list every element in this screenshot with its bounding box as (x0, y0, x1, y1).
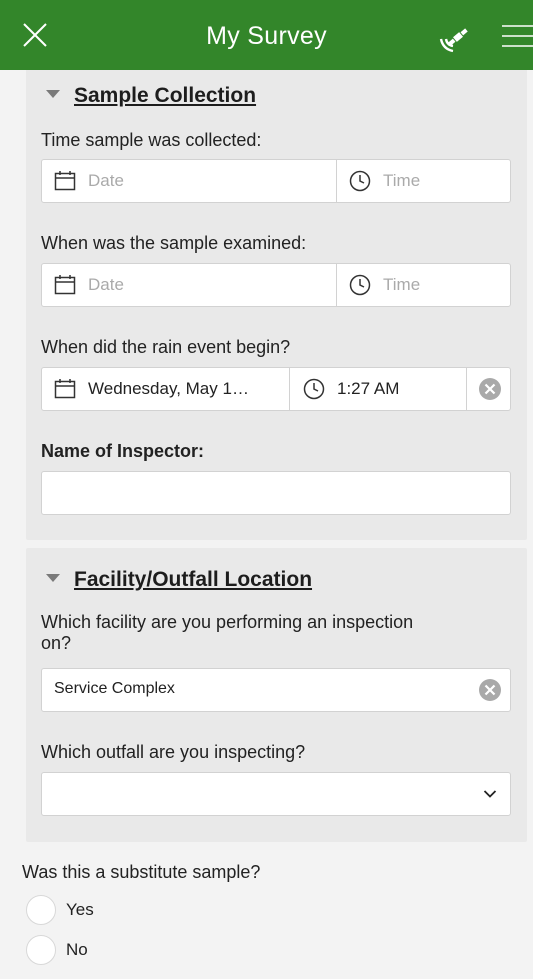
caret-down-icon (46, 90, 60, 99)
inspector-input[interactable] (41, 471, 511, 515)
sample-collection-group: Sample Collection Time sample was collec… (26, 70, 527, 540)
time-collected-field: Date Time (41, 159, 511, 203)
sample-collection-title: Sample Collection (74, 84, 257, 107)
rain-event-field: Wednesday, May 1… 1:27 AM (41, 367, 511, 411)
chevron-down-icon (483, 790, 497, 798)
calendar-icon (54, 275, 76, 295)
facility-input[interactable]: Service Complex (41, 668, 511, 712)
field-divider (289, 368, 290, 410)
rain-event-date[interactable]: Wednesday, May 1… (54, 368, 288, 410)
app-header: My Survey (0, 0, 533, 70)
facility-group: Facility/Outfall Location Which facility… (26, 548, 527, 842)
time-collected-label: Time sample was collected: (41, 130, 262, 150)
date-placeholder: Date (88, 275, 124, 294)
calendar-icon (54, 379, 76, 399)
time-collected-date[interactable]: Date (54, 160, 334, 202)
inspector-label: Name of Inspector: (41, 441, 205, 461)
facility-question-label: Which facility are you performing an ins… (41, 612, 413, 654)
clock-icon (303, 378, 325, 400)
date-placeholder: Date (88, 171, 124, 190)
field-divider (336, 264, 337, 306)
outfall-question-label: Which outfall are you inspecting? (41, 742, 306, 762)
field-divider (466, 368, 467, 410)
caret-down-icon (46, 574, 60, 583)
radio-yes[interactable] (26, 895, 56, 925)
rain-event-label: When did the rain event begin? (41, 337, 291, 357)
facility-question-line1: Which facility are you performing an ins… (41, 612, 414, 632)
field-divider (336, 160, 337, 202)
hamburger-menu-icon[interactable] (500, 20, 533, 52)
clock-icon (349, 274, 371, 296)
time-examined-label: When was the sample examined: (41, 233, 307, 253)
clear-icon[interactable] (478, 678, 502, 702)
radio-no-label[interactable]: No (66, 940, 88, 960)
time-placeholder: Time (383, 171, 421, 190)
facility-value: Service Complex (54, 680, 175, 697)
clock-icon (349, 170, 371, 192)
radio-yes-label[interactable]: Yes (66, 900, 94, 920)
time-collected-time[interactable]: Time (349, 160, 509, 202)
substitute-label: Was this a substitute sample? (22, 862, 261, 882)
satellite-icon[interactable] (436, 25, 472, 55)
rain-event-time[interactable]: 1:27 AM (303, 368, 463, 410)
time-examined-field: Date Time (41, 263, 511, 307)
time-examined-time[interactable]: Time (349, 264, 509, 306)
rain-event-date-value: Wednesday, May 1… (88, 379, 249, 398)
outfall-select[interactable] (41, 772, 511, 816)
clear-icon[interactable] (478, 377, 502, 401)
sample-collection-header[interactable]: Sample Collection (46, 84, 256, 108)
rain-event-time-value: 1:27 AM (337, 379, 400, 398)
facility-question-line2: on? (41, 633, 72, 653)
facility-title: Facility/Outfall Location (74, 568, 313, 591)
calendar-icon (54, 171, 76, 191)
facility-header[interactable]: Facility/Outfall Location (46, 568, 312, 592)
time-examined-date[interactable]: Date (54, 264, 334, 306)
time-placeholder: Time (383, 275, 421, 294)
radio-no[interactable] (26, 935, 56, 965)
